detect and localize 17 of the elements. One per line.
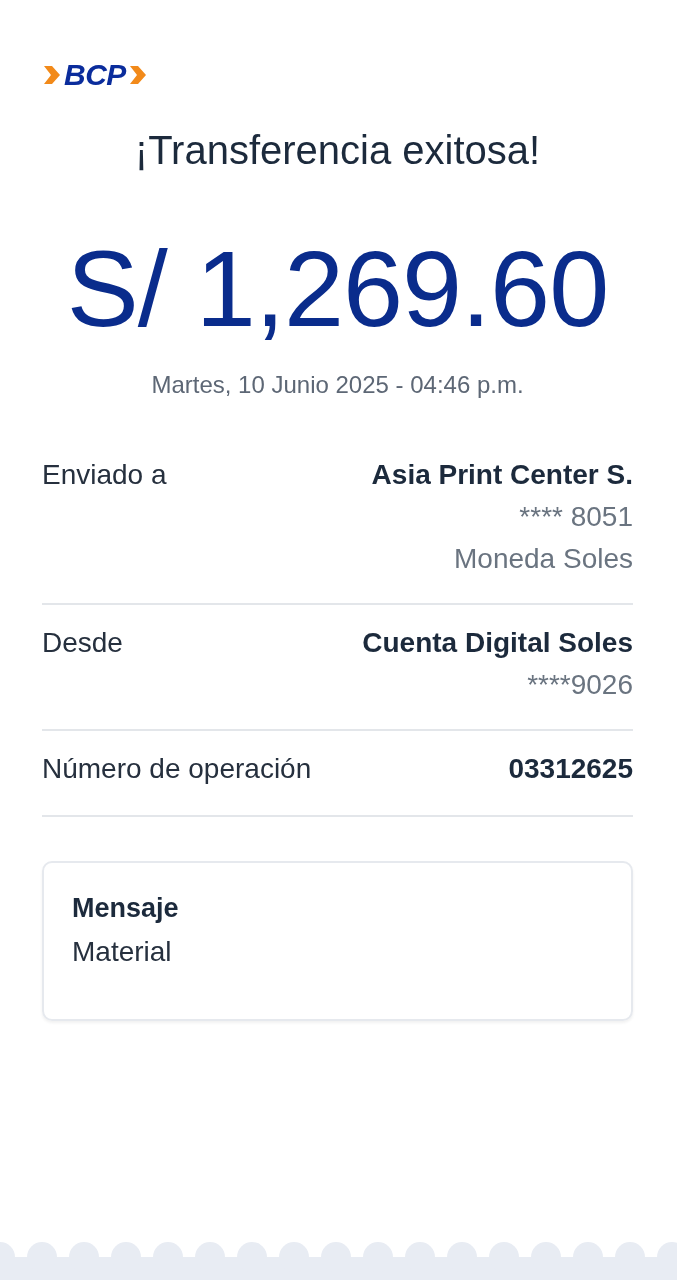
message-title: Mensaje <box>72 893 180 924</box>
detail-label: Enviado a <box>42 459 167 491</box>
detail-value: Cuenta Digital Soles <box>362 627 633 659</box>
transfer-date: Martes, 10 Junio 2025 - 04:46 p.m. <box>150 371 525 399</box>
detail-label: Desde <box>42 627 123 659</box>
detail-value: Asia Print Center S. <box>371 459 633 491</box>
detail-value: **** 8051 <box>519 501 633 533</box>
detail-value: Moneda Soles <box>454 543 633 575</box>
message-text: Material <box>72 936 173 968</box>
chevron-icon <box>127 64 148 86</box>
logo-text: BCP <box>64 58 126 92</box>
detail-value: 03312625 <box>508 753 633 785</box>
detail-value: ****9026 <box>527 669 633 701</box>
detail-label: Número de operación <box>42 753 312 785</box>
chevron-icon <box>42 64 62 86</box>
success-title: ¡Transferencia exitosa! <box>133 128 542 173</box>
amount: S/ 1,269.60 <box>65 231 610 347</box>
